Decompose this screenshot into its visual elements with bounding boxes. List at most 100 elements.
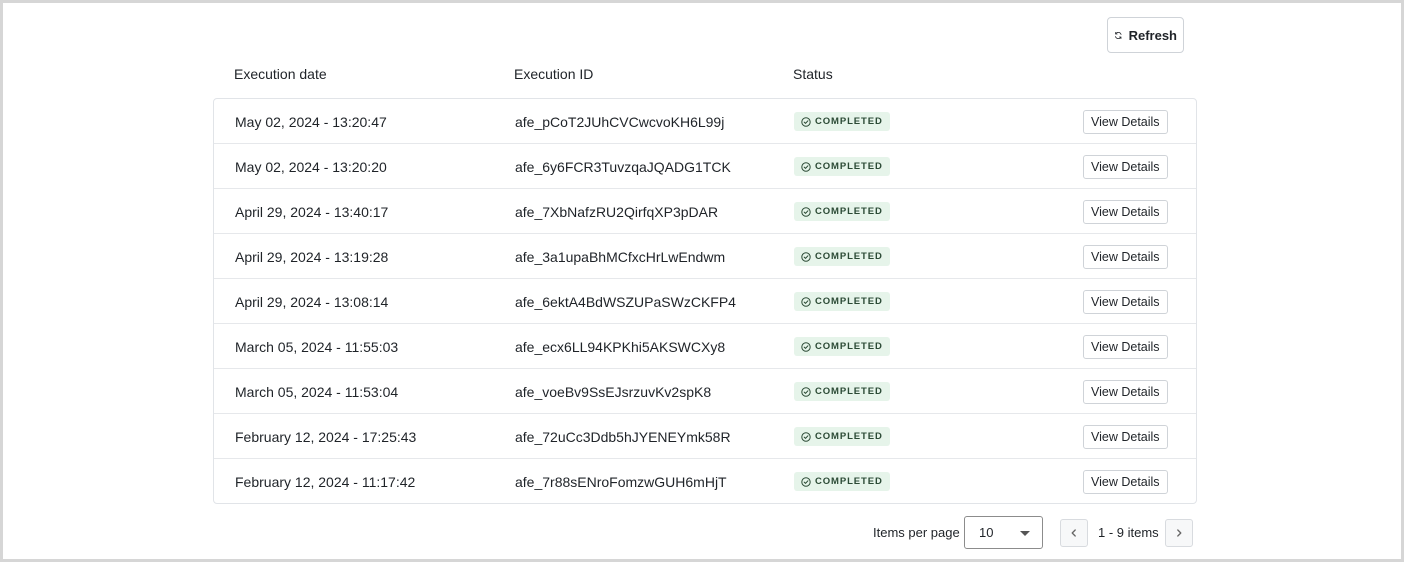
view-details-button[interactable]: View Details <box>1083 154 1168 179</box>
status-cell: COMPLETED <box>794 144 890 189</box>
status-text: COMPLETED <box>815 386 883 397</box>
status-cell: COMPLETED <box>794 99 890 144</box>
table-row: April 29, 2024 - 13:40:17 afe_7XbNafzRU2Q… <box>214 189 1196 234</box>
execution-date-cell: February 12, 2024 - 11:17:42 <box>235 473 416 490</box>
status-text: COMPLETED <box>815 161 883 172</box>
status-text: COMPLETED <box>815 476 883 487</box>
execution-id-cell: afe_6y6FCR3TuvzqaJQADG1TCK <box>515 158 731 175</box>
status-cell: COMPLETED <box>794 369 890 414</box>
items-per-page-value: 10 <box>979 525 994 540</box>
status-badge: COMPLETED <box>794 157 890 176</box>
app-frame: Refresh Execution date Execution ID Stat… <box>0 0 1404 562</box>
check-circle-icon <box>801 161 811 172</box>
execution-id-cell: afe_voeBv9SsEJsrzuvKv2spK8 <box>515 383 712 400</box>
executions-table: May 02, 2024 - 13:20:47 afe_pCoT2JUhCVCwc… <box>213 98 1197 504</box>
table-row: May 02, 2024 - 13:20:20 afe_6y6FCR3Tuvzqa… <box>214 144 1196 189</box>
status-cell: COMPLETED <box>794 414 890 459</box>
table-header: Execution date Execution ID Status <box>3 66 1404 86</box>
action-cell: View Details <box>1083 369 1168 414</box>
check-circle-icon <box>801 476 811 487</box>
refresh-button[interactable]: Refresh <box>1107 17 1184 53</box>
execution-id-cell: afe_ecx6LL94KPKhi5AKSWCXy8 <box>515 338 726 355</box>
view-details-button[interactable]: View Details <box>1083 244 1168 269</box>
execution-id-cell: afe_7XbNafzRU2QirfqXP3pDAR <box>515 203 719 220</box>
check-circle-icon <box>801 296 811 307</box>
status-text: COMPLETED <box>815 431 883 442</box>
status-cell: COMPLETED <box>794 279 890 324</box>
refresh-label: Refresh <box>1128 27 1177 43</box>
status-badge: COMPLETED <box>794 427 890 446</box>
view-details-button[interactable]: View Details <box>1083 334 1168 359</box>
items-per-page-select[interactable]: 10 <box>964 516 1043 549</box>
status-text: COMPLETED <box>815 206 883 217</box>
action-cell: View Details <box>1083 324 1168 369</box>
execution-id-cell: afe_6ektA4BdWSZUPaSWzCKFP4 <box>515 293 736 310</box>
page-range: 1 - 9 items <box>1098 525 1159 540</box>
table-row: March 05, 2024 - 11:53:04 afe_voeBv9SsEJs… <box>214 369 1196 414</box>
execution-date-cell: May 02, 2024 - 13:20:20 <box>235 158 387 175</box>
check-circle-icon <box>801 341 811 352</box>
column-header-execution-id[interactable]: Execution ID <box>514 66 593 82</box>
action-cell: View Details <box>1083 234 1168 279</box>
table-row: March 05, 2024 - 11:55:03 afe_ecx6LL94KPK… <box>214 324 1196 369</box>
check-circle-icon <box>801 386 811 397</box>
chevron-left-icon <box>1071 529 1076 537</box>
execution-id-cell: afe_pCoT2JUhCVCwcvoKH6L99j <box>515 113 725 130</box>
execution-date-cell: February 12, 2024 - 17:25:43 <box>235 428 417 445</box>
check-circle-icon <box>801 116 811 127</box>
action-cell: View Details <box>1083 99 1168 144</box>
execution-id-cell: afe_3a1upaBhMCfxcHrLwEndwm <box>515 248 726 265</box>
status-cell: COMPLETED <box>794 234 890 279</box>
execution-date-cell: April 29, 2024 - 13:08:14 <box>235 293 389 310</box>
items-per-page-label: Items per page <box>873 525 960 540</box>
status-badge: COMPLETED <box>794 112 890 131</box>
execution-id-cell: afe_72uCc3Ddb5hJYENEYmk58R <box>515 428 731 445</box>
caret-down-icon <box>1020 531 1030 536</box>
status-badge: COMPLETED <box>794 292 890 311</box>
status-cell: COMPLETED <box>794 189 890 234</box>
action-cell: View Details <box>1083 279 1168 324</box>
view-details-button[interactable]: View Details <box>1083 199 1168 224</box>
table-row: February 12, 2024 - 17:25:43 afe_72uCc3Dd… <box>214 414 1196 459</box>
status-cell: COMPLETED <box>794 459 890 503</box>
pagination-bar: Items per page 10 1 - 9 items <box>3 516 1404 549</box>
action-cell: View Details <box>1083 189 1168 234</box>
column-header-status[interactable]: Status <box>793 66 833 82</box>
status-badge: COMPLETED <box>794 337 890 356</box>
status-text: COMPLETED <box>815 341 883 352</box>
execution-date-cell: March 05, 2024 - 11:55:03 <box>235 338 399 355</box>
execution-id-cell: afe_7r88sENroFomzwGUH6mHjT <box>515 473 727 490</box>
status-badge: COMPLETED <box>794 247 890 266</box>
view-details-button[interactable]: View Details <box>1083 379 1168 404</box>
view-details-button[interactable]: View Details <box>1083 109 1168 134</box>
table-row: May 02, 2024 - 13:20:47 afe_pCoT2JUhCVCwc… <box>214 99 1196 144</box>
action-cell: View Details <box>1083 144 1168 189</box>
status-text: COMPLETED <box>815 296 883 307</box>
check-circle-icon <box>801 206 811 217</box>
status-badge: COMPLETED <box>794 382 890 401</box>
execution-date-cell: March 05, 2024 - 11:53:04 <box>235 383 399 400</box>
action-cell: View Details <box>1083 414 1168 459</box>
execution-date-cell: April 29, 2024 - 13:40:17 <box>235 203 389 220</box>
chevron-right-icon <box>1177 529 1182 537</box>
table-row: February 12, 2024 - 11:17:42 afe_7r88sENr… <box>214 459 1196 503</box>
check-circle-icon <box>801 431 811 442</box>
status-badge: COMPLETED <box>794 202 890 221</box>
status-cell: COMPLETED <box>794 324 890 369</box>
status-badge: COMPLETED <box>794 472 890 491</box>
refresh-icon <box>1115 31 1122 39</box>
next-page-button[interactable] <box>1165 519 1193 547</box>
column-header-execution-date[interactable]: Execution date <box>234 66 327 82</box>
table-row: April 29, 2024 - 13:08:14 afe_6ektA4BdWSZ… <box>214 279 1196 324</box>
action-cell: View Details <box>1083 459 1168 503</box>
execution-date-cell: May 02, 2024 - 13:20:47 <box>235 113 387 130</box>
view-details-button[interactable]: View Details <box>1083 289 1168 314</box>
status-text: COMPLETED <box>815 116 883 127</box>
view-details-button[interactable]: View Details <box>1083 424 1168 449</box>
check-circle-icon <box>801 251 811 262</box>
view-details-button[interactable]: View Details <box>1083 469 1168 494</box>
execution-date-cell: April 29, 2024 - 13:19:28 <box>235 248 389 265</box>
previous-page-button[interactable] <box>1060 519 1088 547</box>
table-row: April 29, 2024 - 13:19:28 afe_3a1upaBhMCf… <box>214 234 1196 279</box>
status-text: COMPLETED <box>815 251 883 262</box>
